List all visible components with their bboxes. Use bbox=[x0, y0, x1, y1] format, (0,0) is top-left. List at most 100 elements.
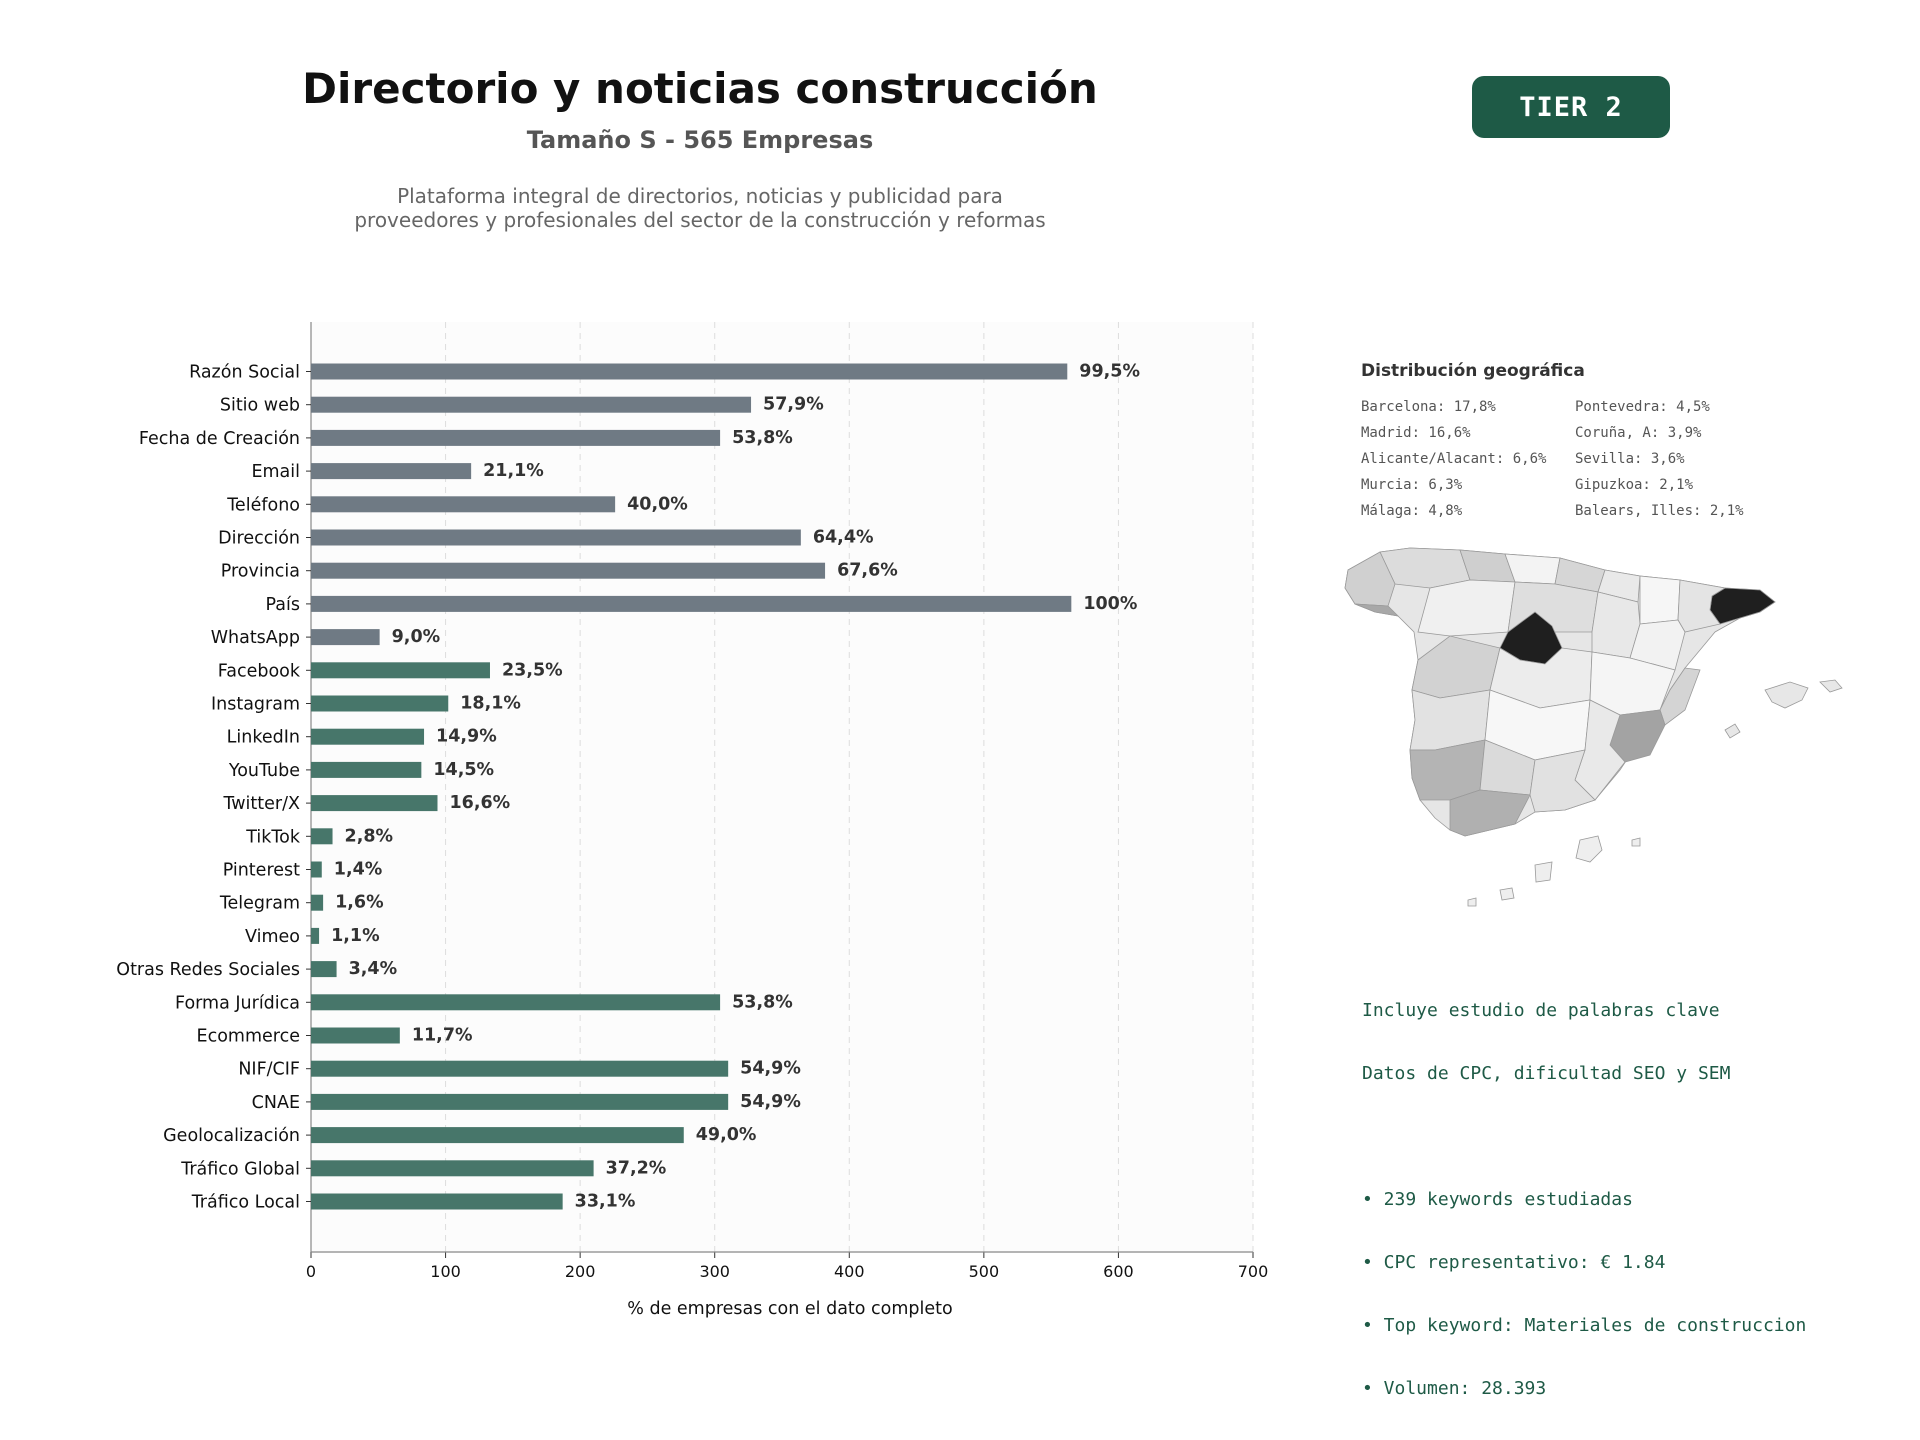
plot-area bbox=[311, 322, 1253, 1252]
geo-entry: Pontevedra: 4,5% bbox=[1575, 399, 1710, 415]
data-label: 37,2% bbox=[606, 1158, 667, 1178]
geo-entry: Málaga: 4,8% bbox=[1361, 503, 1463, 519]
geo-entry: Sevilla: 3,6% bbox=[1575, 451, 1685, 467]
data-label: 1,4% bbox=[334, 860, 383, 880]
x-tick-label: 500 bbox=[969, 1262, 1000, 1281]
category-label: Vimeo bbox=[245, 927, 300, 947]
keywords-spacer bbox=[1362, 1126, 1806, 1147]
category-label: CNAE bbox=[252, 1093, 300, 1113]
bar bbox=[311, 396, 752, 413]
x-tick-label: 400 bbox=[834, 1262, 865, 1281]
bar bbox=[311, 894, 324, 911]
geo-entry: Alicante/Alacant: 6,6% bbox=[1361, 451, 1547, 467]
bar-chart: 0 100 200 300 400 500 600 700 Razón Social 99,5% S… bbox=[116, 322, 1269, 1319]
geo-entry: Coruña, A: 3,9% bbox=[1575, 425, 1702, 441]
bar bbox=[311, 529, 801, 546]
bar bbox=[311, 795, 438, 812]
map-region-baleares bbox=[1764, 681, 1809, 709]
category-label: NIF/CIF bbox=[238, 1060, 300, 1080]
bar bbox=[311, 994, 721, 1011]
category-label: Sitio web bbox=[220, 396, 300, 416]
category-label: Telegram bbox=[219, 894, 300, 914]
map-region-baleares bbox=[1724, 723, 1741, 739]
data-label: 100% bbox=[1083, 594, 1137, 614]
category-label: TikTok bbox=[245, 827, 301, 847]
map-region-baleares bbox=[1819, 679, 1843, 693]
data-label: 49,0% bbox=[696, 1125, 757, 1145]
data-label: 54,9% bbox=[740, 1059, 801, 1079]
category-label: Provincia bbox=[221, 562, 300, 582]
bar bbox=[311, 595, 1072, 612]
data-label: 99,5% bbox=[1079, 362, 1140, 382]
data-label: 23,5% bbox=[502, 660, 563, 680]
data-label: 53,8% bbox=[732, 428, 793, 448]
geo-title: Distribución geográfica bbox=[1361, 361, 1585, 381]
category-label: Facebook bbox=[218, 661, 301, 681]
bar bbox=[311, 828, 333, 845]
geo-entry: Gipuzkoa: 2,1% bbox=[1575, 477, 1694, 493]
data-label: 11,7% bbox=[412, 1026, 473, 1046]
data-label: 2,8% bbox=[345, 826, 394, 846]
bar bbox=[311, 1060, 729, 1077]
map-region-canarias bbox=[1534, 861, 1553, 883]
category-label: YouTube bbox=[228, 761, 300, 781]
geo-entry: Barcelona: 17,8% bbox=[1361, 399, 1496, 415]
data-label: 16,6% bbox=[449, 793, 510, 813]
geo-entry: Murcia: 6,3% bbox=[1361, 477, 1463, 493]
keywords-bullet: • 239 keywords estudiadas bbox=[1362, 1189, 1633, 1210]
data-label: 64,4% bbox=[813, 528, 874, 548]
bar bbox=[311, 363, 1068, 380]
x-tick-label: 0 bbox=[306, 1262, 316, 1281]
keywords-box: Incluye estudio de palabras clave Datos … bbox=[1362, 958, 1806, 1420]
data-label: 40,0% bbox=[627, 494, 688, 514]
bar bbox=[311, 496, 616, 513]
description-line: Plataforma integral de directorios, noti… bbox=[397, 184, 1003, 208]
bar bbox=[311, 1027, 400, 1044]
category-label: Email bbox=[251, 462, 300, 482]
category-label: Tráfico Local bbox=[191, 1193, 300, 1213]
tier-badge: TIER 2 bbox=[1472, 76, 1670, 138]
bar bbox=[311, 861, 322, 878]
keywords-line: Datos de CPC, dificultad SEO y SEM bbox=[1362, 1063, 1731, 1084]
map-region bbox=[1639, 575, 1681, 625]
category-label: LinkedIn bbox=[227, 728, 300, 748]
bar bbox=[311, 927, 320, 944]
data-label: 9,0% bbox=[392, 627, 441, 647]
category-label: Razón Social bbox=[189, 363, 300, 383]
map-region bbox=[1449, 789, 1531, 837]
geo-distribution-list: Barcelona: 17,8% Pontevedra: 4,5% Madrid… bbox=[1361, 398, 1801, 520]
x-tick-label: 100 bbox=[430, 1262, 461, 1281]
bar bbox=[311, 562, 826, 579]
bar bbox=[311, 429, 721, 446]
bar bbox=[311, 761, 422, 778]
x-tick-label: 600 bbox=[1103, 1262, 1134, 1281]
page-title: Directorio y noticias construcción bbox=[302, 64, 1098, 113]
bar bbox=[311, 629, 380, 646]
description-line: proveedores y profesionales del sector d… bbox=[354, 208, 1046, 232]
map-region-canarias bbox=[1575, 835, 1603, 863]
keywords-bullet: • CPC representativo: € 1.84 bbox=[1362, 1252, 1666, 1273]
data-label: 14,5% bbox=[433, 760, 494, 780]
map-region-canarias bbox=[1467, 897, 1477, 907]
data-label: 33,1% bbox=[575, 1192, 636, 1212]
data-label: 18,1% bbox=[460, 694, 521, 714]
keywords-bullet: • Volumen: 28.393 bbox=[1362, 1378, 1547, 1399]
bar bbox=[311, 1127, 684, 1144]
category-label: Dirección bbox=[218, 529, 300, 549]
data-label: 53,8% bbox=[732, 992, 793, 1012]
category-label: Twitter/X bbox=[222, 794, 300, 814]
map-region-canarias bbox=[1499, 887, 1515, 901]
category-label: Instagram bbox=[211, 695, 300, 715]
bar bbox=[311, 1160, 594, 1177]
geo-entry: Balears, Illes: 2,1% bbox=[1575, 503, 1744, 519]
x-tick-label: 200 bbox=[565, 1262, 596, 1281]
x-tick-label: 700 bbox=[1238, 1262, 1269, 1281]
map-region-barcelona bbox=[1709, 587, 1776, 625]
page-subtitle: Tamaño S - 565 Empresas bbox=[526, 126, 874, 154]
data-label: 14,9% bbox=[436, 727, 497, 747]
category-label: Otras Redes Sociales bbox=[116, 960, 300, 980]
keywords-bullet: • Top keyword: Materiales de construccio… bbox=[1362, 1315, 1807, 1336]
category-label: País bbox=[266, 595, 300, 615]
category-label: Fecha de Creación bbox=[139, 429, 300, 449]
data-label: 1,1% bbox=[331, 926, 380, 946]
